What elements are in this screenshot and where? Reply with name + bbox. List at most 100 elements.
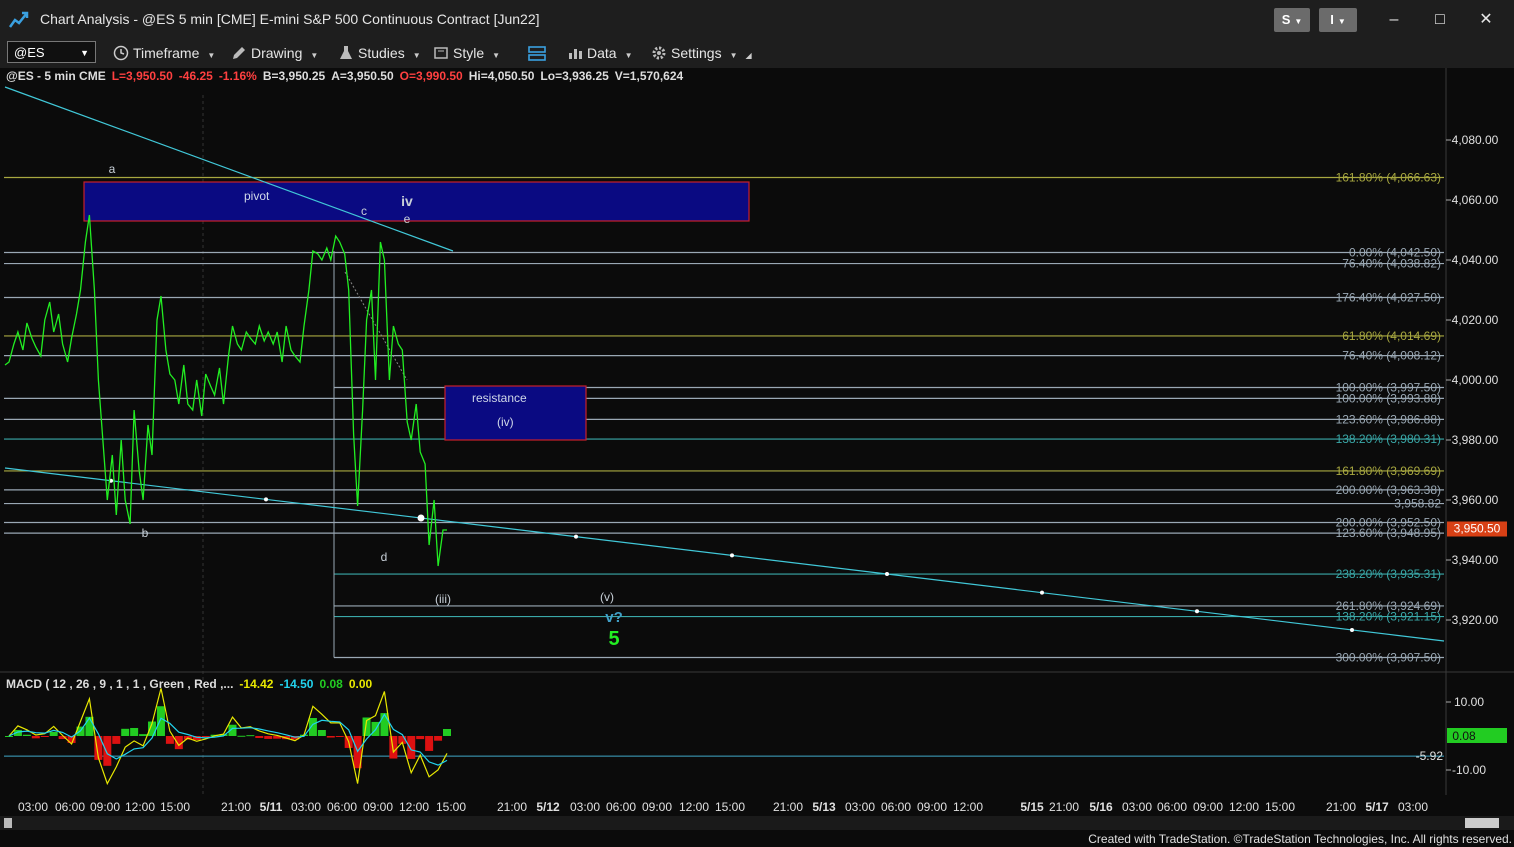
- low-price: Lo=3,936.25: [540, 69, 609, 83]
- macd-histogram-bar: [407, 736, 416, 759]
- studies-label: Studies: [358, 45, 405, 61]
- macd-histogram-bar: [22, 734, 31, 736]
- price-axis-label: 4,000.00: [1452, 373, 1499, 387]
- macd-legend[interactable]: MACD ( 12 , 26 , 9 , 1 , 1 , Green , Red…: [6, 677, 378, 691]
- title-bar: Chart Analysis - @ES 5 min [CME] E-mini …: [0, 0, 1514, 38]
- trend-line-node: [264, 497, 268, 502]
- time-axis-label: 15:00: [715, 800, 745, 814]
- macd-value-marker-label: 0.08: [1452, 729, 1476, 743]
- macd-histogram-bar: [201, 736, 210, 738]
- macd-label: MACD ( 12 , 26 , 9 , 1 , 1 , Green , Red…: [6, 677, 234, 691]
- fib-level-label: 76.40% (4,008.12): [1342, 349, 1441, 363]
- price-axis-label: 4,040.00: [1452, 253, 1499, 267]
- wave-label: a: [109, 162, 116, 176]
- insert-button[interactable]: I ▼: [1319, 8, 1357, 32]
- price-axis-label: 4,060.00: [1452, 193, 1499, 207]
- macd-zero-value: 0.00: [348, 677, 373, 691]
- macd-histogram-bar: [31, 736, 40, 739]
- time-axis-label: 5/15: [1020, 800, 1044, 814]
- open-price: O=3,990.50: [399, 69, 463, 83]
- price-axis-label: 3,920.00: [1452, 613, 1499, 627]
- chevron-down-icon: ▼: [729, 51, 738, 60]
- minimize-button[interactable]: –: [1380, 9, 1408, 31]
- macd-histogram-bar: [264, 736, 273, 739]
- data-label: Data: [587, 45, 617, 61]
- time-axis-label: 03:00: [570, 800, 600, 814]
- time-axis-label: 03:00: [845, 800, 875, 814]
- high-price: Hi=4,050.50: [468, 69, 535, 83]
- toolbar: @ES ▼ Timeframe ▼ Drawing ▼ Studies ▼ Style ▼…: [0, 38, 1514, 68]
- time-axis-label: 5/12: [536, 800, 560, 814]
- macd-histogram-bar: [165, 736, 174, 744]
- fib-level-label: 300.00% (3,907.50): [1336, 651, 1441, 665]
- chevron-down-icon: ▼: [310, 51, 319, 60]
- macd-histogram-bar: [443, 728, 451, 736]
- macd-histogram-bar: [40, 736, 49, 737]
- fib-level-label: 100.00% (3,993.88): [1336, 391, 1441, 405]
- time-axis-label: 06:00: [327, 800, 357, 814]
- wave-label: (iii): [435, 592, 451, 606]
- macd-histogram-bar: [237, 735, 246, 737]
- style-menu[interactable]: Style ▼: [433, 43, 500, 63]
- trend-line-node: [417, 514, 425, 522]
- macd-histogram-bar: [103, 736, 112, 766]
- macd-level-label: -5.92: [1416, 749, 1444, 763]
- settings-menu[interactable]: Settings ▼ ◢: [651, 43, 752, 63]
- macd-axis-label: 10.00: [1454, 695, 1484, 709]
- time-axis-label: 15:00: [1265, 800, 1295, 814]
- overflow-icon[interactable]: ◢: [746, 51, 752, 60]
- time-axis-label: 12:00: [399, 800, 429, 814]
- maximize-button[interactable]: □: [1426, 9, 1454, 31]
- price-axis-label: 4,080.00: [1452, 133, 1499, 147]
- timeframe-label: Timeframe: [133, 45, 200, 61]
- wave-label: (v): [600, 590, 614, 604]
- macd-histogram-bar: [130, 727, 139, 736]
- time-axis-label: 03:00: [1398, 800, 1428, 814]
- time-axis-label: 5/17: [1365, 800, 1389, 814]
- chevron-down-icon: ▼: [207, 51, 216, 60]
- chart-canvas[interactable]: 4,080.00 4,060.00 4,040.00 4,020.00 4,000.00…: [0, 0, 1514, 847]
- fib-level-label: 161.80% (4,066.63): [1336, 171, 1441, 185]
- symbol-description: @ES - 5 min CME: [6, 69, 106, 83]
- symbol-value: @ES: [14, 45, 45, 60]
- pivot-zone: [83, 181, 750, 222]
- time-axis-label: 09:00: [917, 800, 947, 814]
- trend-line-node: [574, 534, 578, 539]
- trend-line-node: [885, 572, 889, 577]
- time-axis-label: 21:00: [221, 800, 251, 814]
- net-change: -46.25: [178, 69, 213, 83]
- trend-line-node: [1350, 627, 1354, 632]
- macd-histogram-bar: [121, 728, 130, 736]
- style-label: Style: [453, 45, 485, 61]
- macd-histogram-bar: [308, 717, 317, 736]
- fib-level-label: 238.20% (3,935.31): [1336, 567, 1441, 581]
- studies-menu[interactable]: Studies ▼: [338, 43, 421, 63]
- copyright-footer: Created with TradeStation. ©TradeStation…: [1088, 832, 1512, 846]
- symbol-input[interactable]: @ES ▼: [7, 41, 96, 63]
- macd-histogram-bar: [156, 706, 165, 736]
- snapshot-button[interactable]: S ▼: [1274, 8, 1310, 32]
- macd-histogram-bar: [5, 736, 13, 737]
- settings-label: Settings: [671, 45, 722, 61]
- close-button[interactable]: ✕: [1472, 9, 1500, 31]
- time-axis-label: 06:00: [606, 800, 636, 814]
- fib-level-label: 123.60% (3,948.95): [1336, 526, 1441, 540]
- drawing-menu[interactable]: Drawing ▼: [231, 43, 318, 63]
- layout-icon[interactable]: [527, 44, 547, 64]
- macd-histogram-bar: [380, 713, 389, 736]
- macd-histogram-bar: [317, 729, 326, 736]
- flask-icon: [340, 46, 352, 59]
- fib-level-label: 176.40% (4,027.50): [1336, 291, 1441, 305]
- time-axis-label: 03:00: [291, 800, 321, 814]
- scrollbar-thumb: [1465, 818, 1499, 828]
- time-axis-label: 09:00: [1193, 800, 1223, 814]
- wave-label: 5: [608, 628, 619, 650]
- time-axis-label: 03:00: [18, 800, 48, 814]
- time-axis-label: 21:00: [497, 800, 527, 814]
- time-axis-label: 5/11: [260, 800, 283, 814]
- time-axis-label: 15:00: [160, 800, 190, 814]
- insert-button-label: I: [1330, 12, 1334, 27]
- time-axis-label: 09:00: [363, 800, 393, 814]
- data-menu[interactable]: Data ▼: [567, 43, 633, 63]
- timeframe-menu[interactable]: Timeframe ▼: [113, 43, 215, 63]
